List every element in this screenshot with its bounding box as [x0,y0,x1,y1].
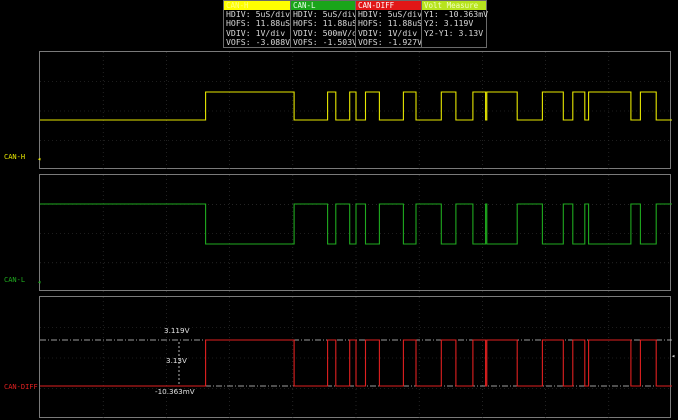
can-l-waveform-panel[interactable] [39,174,672,292]
can-h-vofs: VOFS: -3.088V [226,37,291,48]
can-h-ground-marker[interactable]: ◂ [37,156,41,163]
can-diff-waveform-panel[interactable] [39,296,672,419]
can-diff-label-text: CAN-DIFF [4,383,38,391]
can-h-waveform [40,52,672,170]
can-h-channel-label[interactable]: CAN-H [4,153,25,161]
can-diff-channel-label[interactable]: CAN-DIFF [4,383,38,391]
can-l-waveform [40,175,672,292]
can-l-label-text: CAN-L [4,276,26,284]
volt-measure-info-box[interactable]: Volt Measure Y1: -10.363mV Y2: 3.119V Y2… [421,0,488,48]
can-diff-right-marker[interactable]: ◂ [671,353,675,360]
volt-measure-delta: Y2-Y1: 3.13V [424,27,484,38]
cursor-upper-label: 3.119V [164,326,190,335]
can-diff-waveform [40,297,672,419]
can-l-channel-label[interactable]: CAN-L [4,276,25,284]
cursor-delta-label: 3.13V [166,356,187,365]
can-h-trace [40,91,672,121]
can-diff-vofs: VOFS: -1.927V [358,37,423,48]
cursor-lower-label: -10.363mV [155,387,195,396]
can-l-info-box[interactable]: CAN-L HDIV: 5uS/div HOFS: 11.88uS VDIV: … [290,0,367,48]
can-h-label-text: CAN-H [4,153,26,161]
can-h-info-box[interactable]: CAN-H HDIV: 5uS/div HOFS: 11.88uS VDIV: … [223,0,291,48]
can-l-ground-marker[interactable]: ◂ [37,279,41,286]
can-diff-trace [40,339,672,387]
can-h-waveform-panel[interactable] [39,51,672,170]
can-diff-info-box[interactable]: CAN-DIFF HDIV: 5uS/div HOFS: 11.88uS VDI… [355,0,422,48]
can-l-trace [40,203,672,245]
can-l-vofs: VOFS: -1.503V [293,37,358,48]
